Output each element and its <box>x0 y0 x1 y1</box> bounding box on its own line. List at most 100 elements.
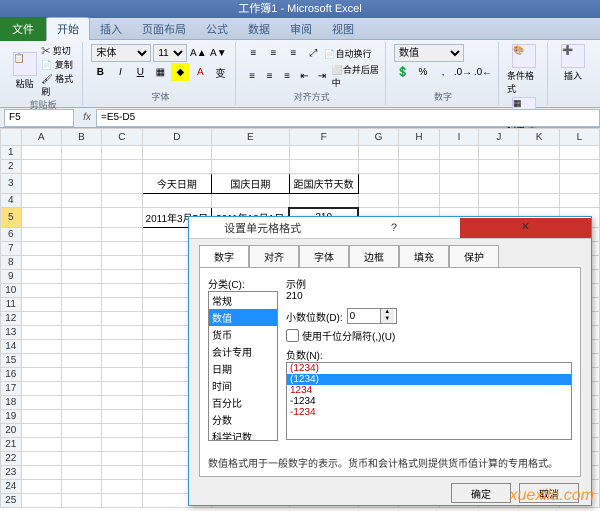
row-header[interactable]: 18 <box>1 396 22 410</box>
cell[interactable] <box>21 494 61 508</box>
cell[interactable] <box>102 228 142 242</box>
row-header[interactable]: 24 <box>1 480 22 494</box>
cat-item[interactable]: 货币 <box>209 326 277 343</box>
tab-layout[interactable]: 页面布局 <box>132 18 196 40</box>
cell[interactable] <box>102 194 142 208</box>
cell[interactable]: 距国庆节天数 <box>289 174 358 194</box>
row-header[interactable]: 4 <box>1 194 22 208</box>
cell[interactable] <box>102 160 142 174</box>
row-header[interactable]: 19 <box>1 410 22 424</box>
wrap-text-button[interactable]: 📄自动换行 <box>324 47 371 60</box>
underline-icon[interactable]: U <box>131 63 149 81</box>
cell[interactable] <box>102 256 142 270</box>
cell[interactable] <box>358 174 398 194</box>
cell[interactable] <box>358 194 398 208</box>
cell[interactable] <box>102 438 142 452</box>
cell[interactable] <box>102 508 142 509</box>
conditional-format-button[interactable]: 🎨条件格式 <box>507 44 541 95</box>
cell[interactable] <box>399 146 439 160</box>
cell[interactable] <box>479 160 519 174</box>
decimal-input[interactable] <box>348 309 380 323</box>
cell[interactable] <box>519 194 559 208</box>
cat-item[interactable]: 数值 <box>209 309 277 326</box>
negative-list[interactable]: (1234) (1234) 1234 -1234 -1234 <box>286 362 572 440</box>
cell[interactable] <box>21 312 61 326</box>
cat-item[interactable]: 常规 <box>209 292 277 309</box>
cell[interactable] <box>61 284 101 298</box>
cell[interactable] <box>61 452 101 466</box>
col-header[interactable]: K <box>519 129 559 146</box>
cell[interactable] <box>21 382 61 396</box>
format-painter-button[interactable]: 🖌 格式刷 <box>41 72 76 98</box>
col-header[interactable]: I <box>439 129 479 146</box>
cell[interactable] <box>102 284 142 298</box>
bold-icon[interactable]: B <box>91 63 109 81</box>
cat-item[interactable]: 分数 <box>209 411 277 428</box>
decimal-spinner[interactable]: ▲▼ <box>347 308 397 324</box>
phonetic-icon[interactable]: 变 <box>211 63 229 81</box>
cell[interactable] <box>399 160 439 174</box>
font-size-select[interactable]: 11 <box>153 44 187 62</box>
row-header[interactable]: 14 <box>1 340 22 354</box>
orientation-icon[interactable]: ⤢ <box>304 44 322 62</box>
cell[interactable] <box>21 452 61 466</box>
tab-file[interactable]: 文件 <box>0 17 46 41</box>
cell[interactable] <box>61 396 101 410</box>
cell[interactable] <box>61 228 101 242</box>
dec-decimal-icon[interactable]: .0← <box>474 63 492 81</box>
row-header[interactable]: 7 <box>1 242 22 256</box>
cell[interactable] <box>102 270 142 284</box>
cell[interactable] <box>289 146 358 160</box>
dlg-tab-number[interactable]: 数字 <box>199 245 249 267</box>
cell[interactable] <box>102 410 142 424</box>
col-header[interactable]: C <box>102 129 142 146</box>
cell[interactable] <box>212 160 289 174</box>
row-header[interactable]: 25 <box>1 494 22 508</box>
neg-item[interactable]: (1234) <box>287 363 571 374</box>
dialog-titlebar[interactable]: 设置单元格格式 ? ✕ <box>189 217 591 239</box>
thousand-separator-checkbox[interactable]: 使用千位分隔符(,)(U) <box>286 328 572 343</box>
cell[interactable] <box>519 146 559 160</box>
cell[interactable] <box>399 174 439 194</box>
cell[interactable] <box>212 146 289 160</box>
cell[interactable] <box>21 424 61 438</box>
cell[interactable] <box>559 174 599 194</box>
cell[interactable] <box>21 160 61 174</box>
cell[interactable] <box>102 340 142 354</box>
cell[interactable] <box>21 270 61 284</box>
cell[interactable]: 今天日期 <box>142 174 212 194</box>
merge-center-button[interactable]: ⬜合并后居中 <box>332 63 379 89</box>
select-all-corner[interactable] <box>1 129 22 146</box>
align-top-icon[interactable]: ≡ <box>244 44 262 62</box>
cell[interactable] <box>61 312 101 326</box>
cell[interactable] <box>21 298 61 312</box>
tab-insert[interactable]: 插入 <box>90 18 132 40</box>
cell[interactable] <box>479 146 519 160</box>
dlg-tab-fill[interactable]: 填充 <box>399 245 449 267</box>
tab-review[interactable]: 审阅 <box>280 18 322 40</box>
paste-button[interactable]: 📋粘贴 <box>10 52 39 90</box>
cell[interactable] <box>102 494 142 508</box>
cell[interactable] <box>102 396 142 410</box>
spin-down-icon[interactable]: ▼ <box>381 316 394 323</box>
cat-item[interactable]: 时间 <box>209 377 277 394</box>
cell[interactable] <box>559 146 599 160</box>
cell[interactable] <box>102 368 142 382</box>
cell[interactable] <box>61 480 101 494</box>
neg-item[interactable]: -1234 <box>287 407 571 418</box>
neg-item[interactable]: (1234) <box>287 374 571 385</box>
cell[interactable] <box>21 242 61 256</box>
cell[interactable] <box>289 160 358 174</box>
cell[interactable] <box>61 382 101 396</box>
align-right-icon[interactable]: ≡ <box>279 67 294 85</box>
cell[interactable] <box>61 368 101 382</box>
indent-inc-icon[interactable]: ⇥ <box>314 67 329 85</box>
cell[interactable] <box>61 466 101 480</box>
comma-icon[interactable]: , <box>434 63 452 81</box>
cut-button[interactable]: ✂ 剪切 <box>41 44 76 57</box>
col-header[interactable]: J <box>479 129 519 146</box>
cell[interactable] <box>102 312 142 326</box>
cell[interactable] <box>559 194 599 208</box>
cell[interactable] <box>358 146 398 160</box>
row-header[interactable]: 20 <box>1 424 22 438</box>
